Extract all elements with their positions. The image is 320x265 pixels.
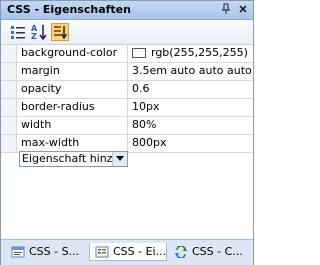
column-divider	[127, 135, 128, 152]
property-name: width	[21, 118, 52, 131]
add-property-select[interactable]: Eigenschaft hinzu	[19, 151, 128, 167]
row-gutter	[1, 45, 17, 62]
row-gutter	[1, 99, 17, 116]
css-properties-icon	[95, 246, 109, 258]
property-name: opacity	[21, 82, 62, 95]
tab-css-styles[interactable]: CSS - S...	[11, 243, 79, 261]
property-row[interactable]: background-color rgb(255,255,255)	[1, 45, 253, 63]
row-gutter	[1, 63, 17, 80]
tab-css-properties[interactable]: CSS - Ei...	[89, 243, 167, 261]
property-value[interactable]: 0.6	[132, 82, 150, 95]
property-name: border-radius	[21, 100, 95, 113]
css-properties-panel: CSS - Eigenschaften A Z background-color…	[0, 0, 254, 265]
title-bar: CSS - Eigenschaften	[1, 1, 253, 20]
tab-css-cascade[interactable]: CSS - C...	[174, 243, 243, 261]
svg-text:Z: Z	[31, 32, 37, 41]
column-divider	[127, 117, 128, 134]
css-cascade-icon	[174, 245, 188, 259]
property-value[interactable]: 80%	[132, 118, 156, 131]
property-value[interactable]: 800px	[132, 136, 167, 149]
column-divider	[127, 99, 128, 116]
column-divider	[127, 81, 128, 98]
column-divider	[127, 45, 128, 62]
tab-label: CSS - C...	[192, 245, 243, 258]
close-icon[interactable]	[237, 3, 249, 16]
property-name: background-color	[21, 46, 118, 59]
chevron-down-icon[interactable]	[112, 152, 127, 166]
property-value[interactable]: rgb(255,255,255)	[151, 46, 248, 59]
sort-az-icon[interactable]: A Z	[30, 23, 48, 41]
property-row[interactable]: margin 3.5em auto auto auto	[1, 63, 253, 81]
property-value[interactable]: 10px	[132, 100, 160, 113]
row-gutter	[1, 117, 17, 134]
tab-label: CSS - Ei...	[113, 245, 167, 258]
property-row[interactable]: border-radius 10px	[1, 99, 253, 117]
pin-icon[interactable]	[220, 3, 232, 16]
css-styles-icon	[11, 246, 25, 258]
color-swatch[interactable]	[132, 48, 146, 58]
tab-label: CSS - S...	[29, 245, 80, 258]
row-gutter	[1, 81, 17, 98]
list-icon[interactable]	[9, 23, 27, 41]
properties-icon[interactable]	[51, 23, 69, 41]
column-divider	[127, 63, 128, 80]
property-grid: background-color rgb(255,255,255) margin…	[1, 45, 253, 153]
row-gutter	[1, 135, 17, 152]
property-row[interactable]: opacity 0.6	[1, 81, 253, 99]
property-name: max-width	[21, 136, 80, 149]
add-property-label: Eigenschaft hinzu	[22, 152, 120, 165]
toolbar: A Z	[1, 20, 253, 45]
panel-title: CSS - Eigenschaften	[7, 3, 131, 16]
property-row[interactable]: width 80%	[1, 117, 253, 135]
panel-tabs: CSS - S... CSS - Ei... CSS - C...	[1, 239, 253, 265]
property-name: margin	[21, 64, 60, 77]
property-value[interactable]: 3.5em auto auto auto	[132, 64, 252, 77]
